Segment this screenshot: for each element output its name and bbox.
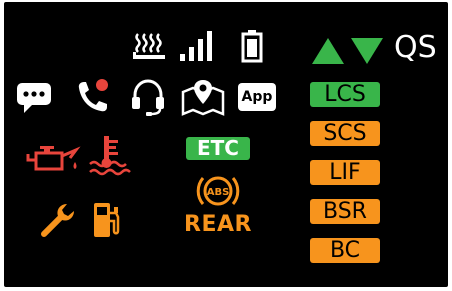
bc-badge: BC (310, 238, 380, 263)
up-arrow-icon (312, 38, 344, 64)
map-navigation-icon (181, 80, 225, 116)
abs-warning-icon: ABS (196, 176, 240, 206)
headset-icon (132, 79, 164, 116)
wrench-service-icon (41, 204, 74, 237)
down-arrow-icon (351, 38, 383, 64)
seat-heater-icon (133, 33, 165, 59)
lif-badge: LIF (310, 160, 380, 185)
oil-pressure-icon (26, 146, 81, 171)
battery-icon (241, 30, 263, 63)
bsr-badge: BSR (310, 199, 380, 224)
rear-label: REAR (184, 212, 252, 237)
signal-strength-icon (180, 31, 212, 61)
qs-label: QS (394, 30, 437, 65)
app-icon: App (238, 83, 276, 111)
abs-label: ABS (207, 187, 230, 198)
scs-badge: SCS (310, 121, 380, 146)
instrument-display: QS App LCS SCS LIF BSR BC ETC ABS REAR (4, 2, 448, 287)
lcs-badge: LCS (310, 82, 380, 107)
message-bubble-icon (17, 83, 51, 113)
etc-badge: ETC (186, 137, 250, 160)
missed-call-icon (78, 79, 108, 112)
coolant-temperature-icon (89, 136, 131, 176)
low-fuel-icon (94, 203, 120, 237)
